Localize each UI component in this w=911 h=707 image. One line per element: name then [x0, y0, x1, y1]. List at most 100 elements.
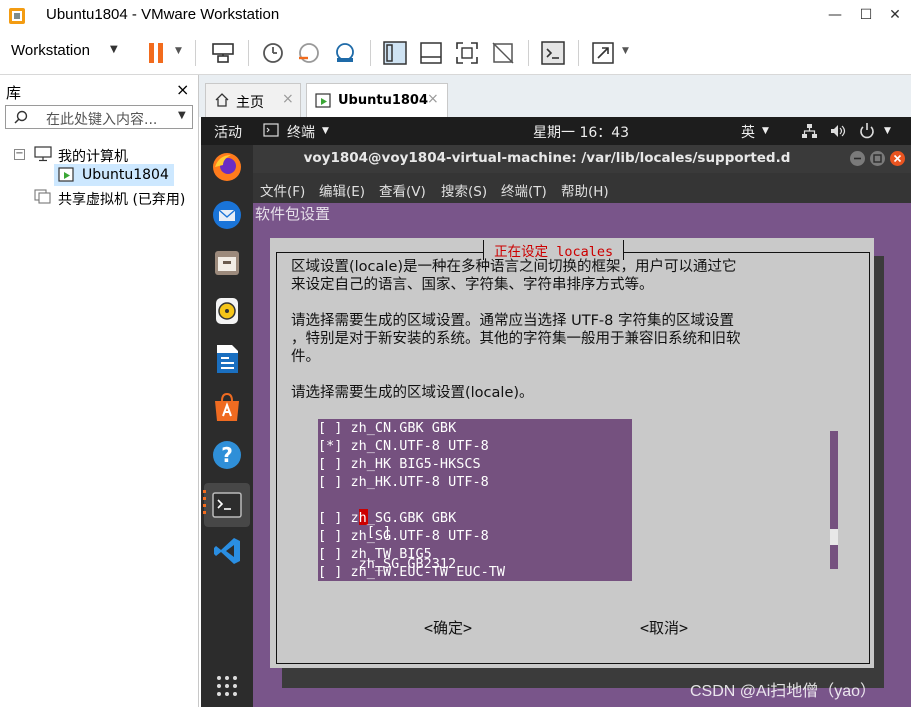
- description-line: 来设定自己的语言、国家、字符集、字符串排序方式等。: [291, 277, 654, 293]
- locale-item[interactable]: [ ] zh_SG.UTF-8 UTF-8: [318, 528, 489, 546]
- tab-strip: 主页 × Ubuntu1804 ×: [199, 75, 911, 117]
- checkbox[interactable]: [ ]: [318, 420, 342, 436]
- cancel-button[interactable]: <取消>: [640, 617, 688, 638]
- full-screen-icon[interactable]: [454, 40, 480, 66]
- checkbox[interactable]: [ ]: [318, 456, 342, 472]
- terminal-icon[interactable]: [212, 490, 242, 520]
- power-icon[interactable]: [859, 122, 875, 139]
- menu-terminal[interactable]: 终端(T): [501, 180, 547, 200]
- backtitle: 软件包设置: [255, 205, 331, 223]
- snapshot-icon[interactable]: [260, 40, 286, 66]
- minimize-icon[interactable]: [849, 150, 866, 167]
- checkbox[interactable]: [ ]: [318, 474, 342, 490]
- terminal-title: voy1804@voy1804-virtual-machine: /var/li…: [303, 150, 791, 166]
- checkbox[interactable]: [*]: [318, 438, 342, 454]
- files-icon[interactable]: [211, 247, 243, 279]
- locale-item[interactable]: [ ] zh_SG.GBK GBK: [318, 510, 456, 528]
- locale-item[interactable]: [*] zh_CN.UTF-8 UTF-8: [318, 438, 489, 456]
- close-button[interactable]: ✕: [882, 4, 908, 26]
- network-icon[interactable]: [801, 123, 818, 139]
- chevron-down-icon[interactable]: ▼: [884, 126, 891, 136]
- thumbnail-bar-icon[interactable]: [418, 40, 444, 66]
- locale-item[interactable]: [ ] zh_TW.EUC-TW EUC-TW: [318, 564, 505, 581]
- menu-search[interactable]: 搜索(S): [441, 180, 487, 200]
- chevron-down-icon[interactable]: ▼: [110, 44, 118, 55]
- checkbox[interactable]: [ ]: [318, 528, 342, 544]
- rhythmbox-icon[interactable]: [211, 295, 243, 327]
- locale-item[interactable]: [ ] zh_TW BIG5: [318, 546, 432, 564]
- locale-checklist[interactable]: [ ] zh_CN.GBK GBK [*] zh_CN.UTF-8 UTF-8 …: [318, 419, 632, 581]
- tree-item-shared-vms[interactable]: 共享虚拟机 (已弃用): [58, 189, 185, 209]
- running-indicator: [203, 490, 206, 493]
- tree-item-ubuntu1804[interactable]: Ubuntu1804: [82, 167, 169, 183]
- library-close-button[interactable]: ×: [176, 80, 189, 99]
- tab-close-button[interactable]: ×: [427, 91, 439, 107]
- activities-button[interactable]: 活动: [214, 122, 242, 142]
- help-icon[interactable]: ?: [211, 439, 243, 471]
- ubuntu-software-icon[interactable]: [211, 391, 243, 423]
- checkbox[interactable]: [ ]: [318, 510, 342, 526]
- list-scrollbar[interactable]: [830, 419, 838, 581]
- tab-close-button[interactable]: ×: [282, 91, 294, 107]
- volume-icon[interactable]: [829, 123, 847, 139]
- maximize-icon[interactable]: [869, 150, 886, 167]
- firefox-icon[interactable]: [211, 151, 243, 183]
- chevron-down-icon[interactable]: ▼: [762, 126, 769, 136]
- tree-collapse-toggle[interactable]: −: [14, 149, 25, 160]
- app-menu-terminal[interactable]: 终端: [287, 122, 315, 142]
- tree-item-my-computer[interactable]: 我的计算机: [58, 146, 128, 166]
- revert-snapshot-icon[interactable]: [296, 40, 322, 66]
- chevron-down-icon[interactable]: ▼: [175, 46, 182, 56]
- search-icon: [14, 110, 28, 124]
- checkbox[interactable]: [ ]: [318, 564, 342, 580]
- terminal-app-icon: [263, 123, 279, 137]
- vm-running-icon: [315, 93, 331, 108]
- minimize-button[interactable]: —: [822, 4, 848, 26]
- locale-item[interactable]: [ ] zh_SG GB2312: [318, 492, 456, 572]
- gnome-top-bar: 活动 终端 ▼ 星期一 16：43 英 ▼ ▼: [201, 117, 911, 145]
- unity-mode-icon[interactable]: [490, 40, 516, 66]
- locale-item[interactable]: [ ] zh_CN.GBK GBK: [318, 420, 456, 438]
- locale-name: zh_HK BIG5-HKSCS: [350, 456, 481, 472]
- scroll-up-arrow[interactable]: [830, 419, 838, 431]
- locale-item[interactable]: [ ] zh_HK.UTF-8 UTF-8: [318, 474, 489, 492]
- main-toolbar: Workstation ▼ ▼ ▼: [0, 32, 911, 75]
- pause-icon[interactable]: [144, 40, 170, 66]
- menu-file[interactable]: 文件(F): [260, 180, 305, 200]
- stretch-guest-icon[interactable]: [590, 40, 616, 66]
- library-search-input[interactable]: 在此处键入内容... ▼: [5, 105, 193, 129]
- scroll-thumb[interactable]: [830, 529, 838, 545]
- clock[interactable]: 星期一 16：43: [533, 122, 629, 142]
- show-applications-icon[interactable]: [216, 675, 238, 697]
- snapshot-manager-icon[interactable]: [332, 40, 358, 66]
- console-view-icon[interactable]: [540, 40, 566, 66]
- chevron-down-icon[interactable]: ▼: [322, 126, 329, 136]
- chevron-down-icon[interactable]: ▼: [622, 46, 629, 56]
- tab-label: Ubuntu1804: [338, 93, 429, 108]
- checkbox[interactable]: [ ]: [318, 546, 342, 562]
- library-view-icon[interactable]: [382, 40, 408, 66]
- running-indicator: [203, 497, 206, 500]
- menu-edit[interactable]: 编辑(E): [319, 180, 365, 200]
- input-method-indicator[interactable]: 英: [741, 122, 755, 142]
- toolbar-divider: [578, 40, 579, 66]
- dialog-description: 区域设置(locale)是一种在多种语言之间切换的框架，用户可以通过它 来设定自…: [291, 258, 741, 402]
- menu-view[interactable]: 查看(V): [379, 180, 426, 200]
- workstation-menu[interactable]: Workstation: [11, 42, 90, 59]
- tab-ubuntu1804[interactable]: Ubuntu1804 ×: [306, 83, 448, 117]
- tab-home[interactable]: 主页 ×: [205, 83, 301, 117]
- scroll-down-arrow[interactable]: [830, 569, 838, 581]
- thunderbird-icon[interactable]: [211, 199, 243, 231]
- vscode-icon[interactable]: [211, 535, 243, 567]
- locale-item[interactable]: [ ] zh_HK BIG5-HKSCS: [318, 456, 481, 474]
- libreoffice-writer-icon[interactable]: [211, 343, 243, 375]
- close-icon[interactable]: [889, 150, 906, 167]
- computer-icon: [34, 146, 52, 162]
- watermark: CSDN @Ai扫地僧（yao）: [690, 683, 877, 700]
- menu-help[interactable]: 帮助(H): [561, 180, 609, 200]
- chevron-down-icon[interactable]: ▼: [178, 110, 186, 121]
- send-keys-icon[interactable]: [210, 40, 236, 66]
- ok-button[interactable]: <确定>: [424, 617, 472, 638]
- maximize-button[interactable]: ☐: [853, 4, 879, 26]
